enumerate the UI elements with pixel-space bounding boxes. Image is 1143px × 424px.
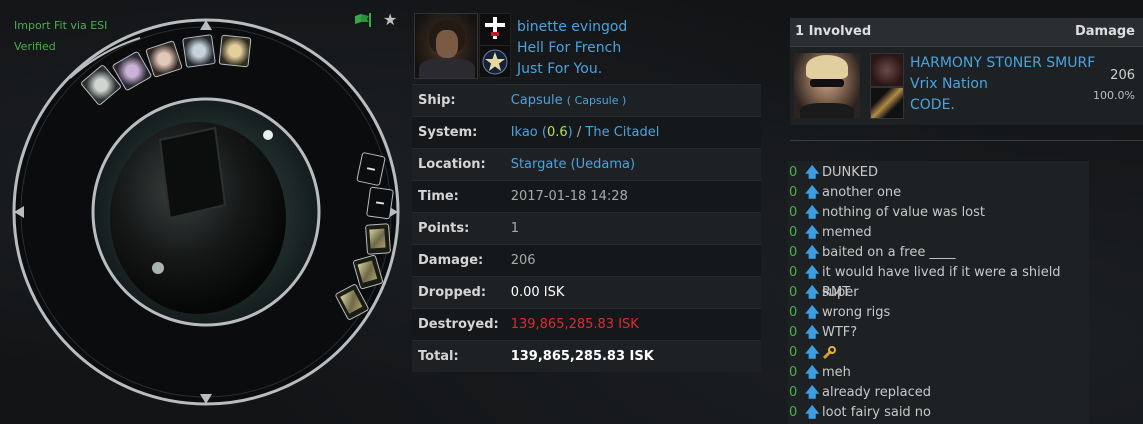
divider	[790, 140, 1143, 141]
victim-corporation-link[interactable]: Hell For French	[517, 38, 627, 59]
location-link[interactable]: Stargate (Uedama)	[511, 157, 635, 172]
involved-count: 1 Involved	[795, 24, 872, 39]
total-value: 139,865,285.83 ISK	[504, 340, 761, 372]
involved-header: 1 Involved Damage	[790, 18, 1143, 47]
detail-row-time: Time: 2017-01-18 14:28	[412, 180, 761, 213]
attacker-ship-icon[interactable]	[870, 53, 904, 87]
reaction-item[interactable]: 0 🡅 nothing of value was lost	[788, 203, 1089, 223]
upvote-icon[interactable]: 🡅	[805, 263, 819, 283]
attacker-damage-percent: 100.0%	[1093, 89, 1135, 102]
ship-link[interactable]: Capsule	[511, 93, 563, 108]
attacker-names: HARMONY ST0NER SMURF Vrix Nation CODE.	[910, 53, 1095, 116]
system-link[interactable]: Ikao	[511, 125, 538, 140]
upvote-icon[interactable]: 🡅	[805, 383, 819, 403]
implant-slot[interactable]	[182, 34, 216, 68]
detail-row-dropped: Dropped: 0.00 ISK	[412, 276, 761, 309]
reaction-item[interactable]: 0 🡅 memed	[788, 223, 1089, 243]
upvote-icon[interactable]: 🡅	[805, 343, 819, 363]
attacker-character-link[interactable]: HARMONY ST0NER SMURF	[910, 53, 1095, 74]
upvote-icon[interactable]: 🡅	[805, 183, 819, 203]
region-link[interactable]: The Citadel	[585, 125, 659, 140]
attacker-damage: 206 100.0%	[1093, 66, 1135, 106]
ship-value: Capsule ( Capsule )	[504, 84, 761, 117]
detail-row-points: Points: 1	[412, 212, 761, 245]
points-value: 1	[504, 212, 761, 245]
upvote-icon[interactable]: 🡅	[805, 243, 819, 263]
reaction-item[interactable]: 0 🡅 wrong rigs	[788, 303, 1089, 323]
upvote-icon[interactable]: 🡅	[805, 323, 819, 343]
killmail-details-table: Ship: Capsule ( Capsule ) System: Ikao (…	[412, 84, 761, 372]
detail-row-ship: Ship: Capsule ( Capsule )	[412, 84, 761, 117]
ship-group-link[interactable]: Capsule	[575, 94, 619, 107]
time-value: 2017-01-18 14:28	[504, 180, 761, 213]
reaction-item[interactable]: 0 🡅 DUNKED	[788, 163, 1089, 183]
total-label: Total:	[412, 340, 505, 372]
reaction-item[interactable]: 0 🡅 already replaced	[788, 383, 1089, 403]
victim-names: binette evingod Hell For French Just For…	[517, 17, 627, 80]
victim-alliance-link[interactable]: Just For You.	[517, 59, 627, 80]
victim-portrait[interactable]	[414, 13, 478, 79]
attacker-corporation-link[interactable]: Vrix Nation	[910, 74, 1095, 95]
detail-row-destroyed: Destroyed: 139,865,285.83 ISK	[412, 308, 761, 341]
attacker-alliance-link[interactable]: CODE.	[910, 95, 1095, 116]
reaction-item[interactable]: 0 🡅 baited on a free ____	[788, 243, 1089, 263]
time-label: Time:	[412, 180, 505, 213]
reaction-item[interactable]: 0 🡅 another one	[788, 183, 1089, 203]
detail-row-total: Total: 139,865,285.83 ISK	[412, 340, 761, 372]
damage-value: 206	[504, 244, 761, 277]
upvote-icon[interactable]: 🡅	[805, 363, 819, 383]
upvote-icon[interactable]: 🡅	[805, 203, 819, 223]
alliance-logo[interactable]	[479, 45, 511, 78]
reaction-item[interactable]: 0 🡅 loot fairy said no	[788, 403, 1089, 423]
destroyed-label: Destroyed:	[412, 308, 505, 341]
corporation-logo[interactable]	[479, 13, 511, 46]
detail-row-location: Location: Stargate (Uedama)	[412, 148, 761, 181]
attacker-weapon-icon[interactable]	[870, 87, 904, 119]
reactions-list: 0 🡅 DUNKED 0 🡅 another one 0 🡅 nothing of valu…	[788, 161, 1089, 424]
upvote-icon[interactable]: 🡅	[805, 403, 819, 423]
reaction-item[interactable]: 0 🡅 it would have lived if it were a shiel…	[788, 263, 1089, 300]
reaction-item[interactable]: 0 🡅	[788, 343, 1089, 363]
reaction-item[interactable]: 0 🡅 meh	[788, 363, 1089, 383]
points-label: Points:	[412, 212, 505, 245]
attacker-portrait[interactable]	[794, 53, 860, 118]
attacker-damage-value: 206	[1110, 68, 1135, 83]
destroyed-value: 139,865,285.83 ISK	[504, 308, 761, 341]
reaction-item[interactable]: 0 🡅 RMT	[788, 283, 1089, 303]
security-status: 0.6	[546, 125, 568, 140]
upvote-icon[interactable]: 🡅	[805, 283, 819, 303]
implant-slot[interactable]	[218, 34, 252, 68]
dropped-label: Dropped:	[412, 276, 505, 309]
detail-row-damage: Damage: 206	[412, 244, 761, 277]
upvote-icon[interactable]: 🡅	[805, 163, 819, 183]
empty-slot[interactable]	[366, 186, 394, 220]
system-value: Ikao (0.6) / The Citadel	[504, 116, 761, 149]
upvote-icon[interactable]: 🡅	[805, 223, 819, 243]
detail-row-system: System: Ikao (0.6) / The Citadel	[412, 116, 761, 149]
dropped-value: 0.00 ISK	[504, 276, 761, 309]
location-label: Location:	[412, 148, 505, 181]
ship-label: Ship:	[412, 84, 505, 117]
upvote-icon[interactable]: 🡅	[805, 303, 819, 323]
damage-label: Damage:	[412, 244, 505, 277]
system-label: System:	[412, 116, 505, 149]
fitted-module-slot[interactable]	[364, 223, 392, 255]
damage-column-header: Damage	[1074, 24, 1135, 39]
reaction-item[interactable]: 0 🡅 WTF?	[788, 323, 1089, 343]
wrench-emote-icon	[822, 346, 836, 360]
victim-character-link[interactable]: binette evingod	[517, 17, 627, 38]
